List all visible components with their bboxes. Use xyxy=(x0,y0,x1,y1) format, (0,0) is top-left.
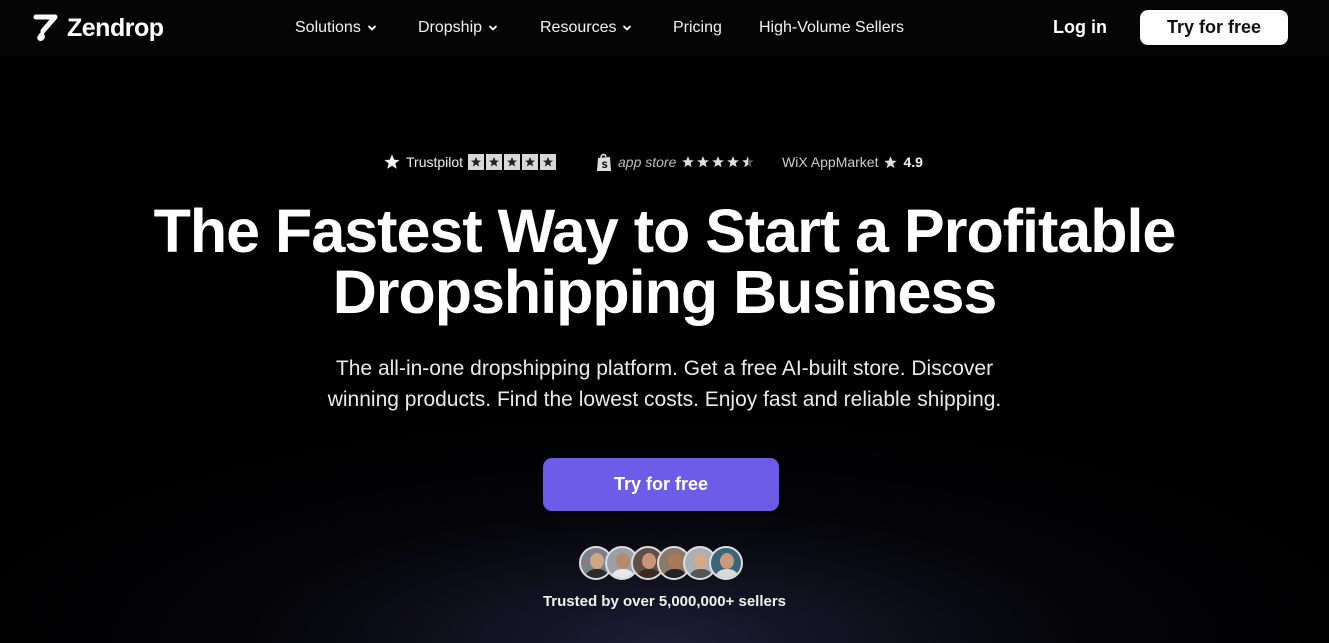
nav-item-label: Resources xyxy=(540,19,617,36)
star-icon xyxy=(884,155,898,168)
hero-try-free-button[interactable]: Try for free xyxy=(543,458,779,511)
hero-headline: The Fastest Way to Start a Profitable Dr… xyxy=(0,201,1329,323)
headline-line-1: The Fastest Way to Start a Profitable xyxy=(153,197,1177,265)
star-icon xyxy=(468,154,485,170)
nav-item-high-volume-sellers[interactable]: High-Volume Sellers xyxy=(759,0,904,56)
subtitle-line-2: winning products. Find the lowest costs.… xyxy=(327,388,1002,411)
half-star-icon xyxy=(742,156,755,168)
nav-try-free-button[interactable]: Try for free xyxy=(1140,10,1288,45)
star-icon xyxy=(727,156,740,168)
nav-item-solutions[interactable]: Solutions xyxy=(295,0,377,56)
star-icon xyxy=(522,154,539,170)
ratings-bar: Trustpilot S app store WiX AppMarket 4.9 xyxy=(0,150,1329,174)
chevron-down-icon xyxy=(489,25,497,31)
nav-item-label: Dropship xyxy=(418,19,483,36)
shopify-bag-icon: S xyxy=(597,153,611,171)
avatar xyxy=(709,546,743,580)
wix-label: WiX AppMarket xyxy=(782,154,879,170)
chevron-down-icon xyxy=(623,25,632,31)
nav-item-label: Pricing xyxy=(673,19,722,36)
trustpilot-label: Trustpilot xyxy=(406,154,464,170)
wix-rating: WiX AppMarket 4.9 xyxy=(782,150,923,174)
star-icon xyxy=(540,154,557,170)
star-icon xyxy=(697,156,710,168)
star-icon xyxy=(486,154,503,170)
wix-score: 4.9 xyxy=(903,154,923,170)
brand-name: Zendrop xyxy=(67,13,164,42)
nav-item-dropship[interactable]: Dropship xyxy=(418,0,498,56)
nav-item-resources[interactable]: Resources xyxy=(540,0,632,56)
subtitle-line-1: The all-in-one dropshipping platform. Ge… xyxy=(335,357,994,380)
nav-item-pricing[interactable]: Pricing xyxy=(673,0,722,56)
trustpilot-star-icon xyxy=(384,154,400,169)
top-nav: Zendrop Solutions Dropship Resources Pri… xyxy=(0,0,1329,56)
trustpilot-rating: Trustpilot xyxy=(383,150,557,174)
star-icon xyxy=(712,156,725,168)
appstore-rating: S app store xyxy=(595,150,755,174)
star-icon xyxy=(504,154,521,170)
brand-logo[interactable]: Zendrop xyxy=(33,13,164,43)
trusted-by-text: Trusted by over 5,000,000+ sellers xyxy=(542,593,787,610)
headline-line-2: Dropshipping Business xyxy=(332,258,998,326)
nav-item-label: Solutions xyxy=(295,19,361,36)
chevron-down-icon xyxy=(367,25,376,31)
trustpilot-stars xyxy=(468,154,557,170)
svg-text:S: S xyxy=(602,161,608,171)
seller-avatars xyxy=(579,546,743,580)
nav-item-label: High-Volume Sellers xyxy=(759,19,904,36)
star-icon xyxy=(682,156,695,168)
appstore-label: app store xyxy=(618,154,677,170)
appstore-stars xyxy=(681,155,755,169)
login-link[interactable]: Log in xyxy=(1053,17,1107,38)
zendrop-logo-icon xyxy=(33,14,58,41)
hero-subtitle: The all-in-one dropshipping platform. Ge… xyxy=(0,353,1329,415)
